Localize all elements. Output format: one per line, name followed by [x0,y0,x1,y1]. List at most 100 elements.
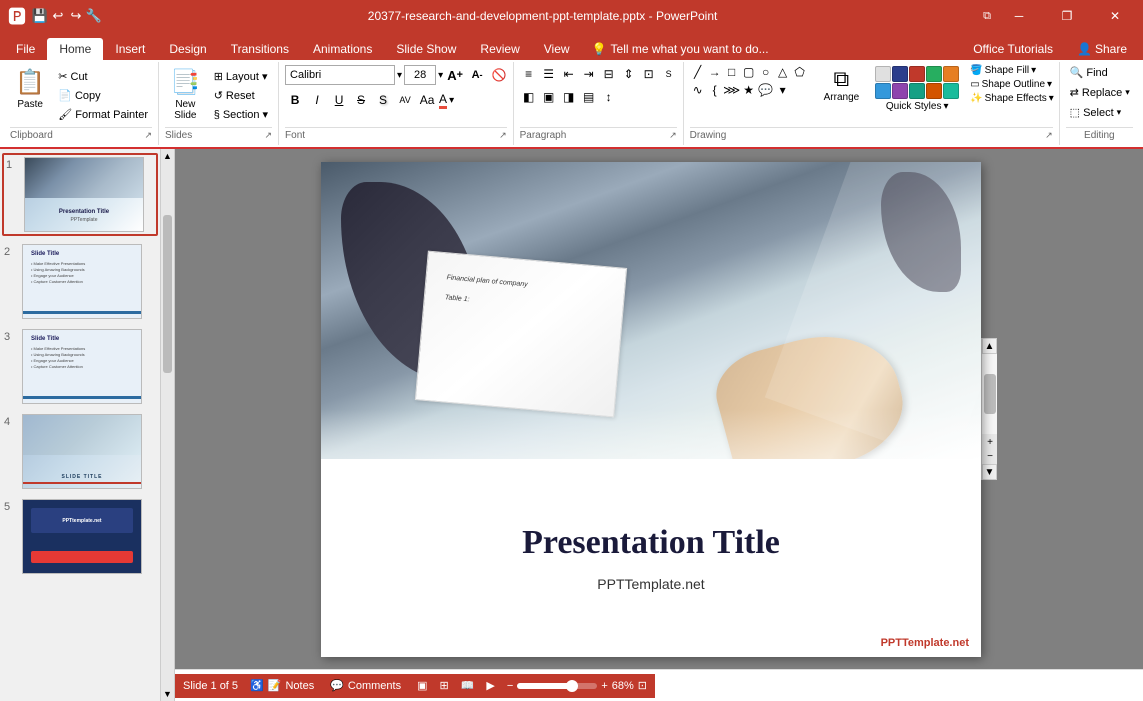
paste-button[interactable]: 📋 Paste [10,64,50,114]
shape-outline-button[interactable]: ▭ Shape Outline ▾ [967,78,1057,91]
shape-chevron-icon[interactable]: ⋙ [724,82,740,98]
notes-button[interactable]: 📝 Notes [264,677,318,694]
fit-window-icon[interactable]: ⊡ [638,679,647,692]
quick-style-4[interactable] [926,66,942,82]
shape-more-icon[interactable]: ▾ [775,82,791,98]
tab-slideshow[interactable]: Slide Show [384,38,468,60]
spacing-button[interactable]: AV [395,90,415,110]
tab-home[interactable]: Home [47,38,103,60]
accessibility-icon[interactable]: ♿ [250,679,264,692]
layout-button[interactable]: ⊞ Layout ▾ [210,68,272,85]
shape-triangle-icon[interactable]: △ [775,64,791,80]
find-button[interactable]: 🔍 Find [1066,64,1112,81]
format-painter-button[interactable]: 🖌 Format Painter [54,106,152,123]
shape-effects-button[interactable]: ✨ Shape Effects ▾ [967,92,1057,105]
shape-pentagon-icon[interactable]: ⬠ [792,64,808,80]
shrink-font-button[interactable]: A- [467,65,487,85]
tab-help[interactable]: 💡 Tell me what you want to do... [582,38,779,60]
shape-arrow-icon[interactable]: → [707,64,723,80]
arrange-button[interactable]: ⧉ Arrange [816,64,868,105]
align-left-button[interactable]: ◧ [520,88,538,106]
quick-style-9[interactable] [926,83,942,99]
font-size-input[interactable] [404,65,436,85]
font-dialog-icon[interactable]: ↗ [499,130,507,141]
undo-button[interactable]: ↩ [50,8,66,24]
scroll-collapse-button[interactable]: − [984,450,996,462]
scroll-down-button[interactable]: ▼ [161,687,174,701]
scroll-expand-button[interactable]: + [984,436,996,448]
shape-star-icon[interactable]: ★ [741,82,757,98]
scroll-thumb[interactable] [163,215,172,372]
change-case-button[interactable]: Aa [417,90,437,110]
tab-view[interactable]: View [532,38,582,60]
bold-button[interactable]: B [285,90,305,110]
scroll-bottom-button[interactable]: ▼ [982,464,997,480]
text-direction-button[interactable]: ⇕ [620,65,638,83]
tab-animations[interactable]: Animations [301,38,384,60]
new-slide-button[interactable]: 📑 New Slide [165,64,206,125]
line-spacing-button[interactable]: ↕ [600,88,618,106]
shape-circle-icon[interactable]: ○ [758,64,774,80]
slide-subtitle[interactable]: PPTTemplate.net [321,576,981,592]
scroll-up-button[interactable]: ▲ [161,149,174,163]
paragraph-dialog-icon[interactable]: ↗ [669,130,677,141]
align-text-button[interactable]: ⊡ [640,65,658,83]
shape-rect-icon[interactable]: □ [724,64,740,80]
quick-style-10[interactable] [943,83,959,99]
tab-review[interactable]: Review [468,38,531,60]
slide-thumb-3[interactable]: 3 Slide Title • Make Effective Presentat… [2,327,158,406]
tab-transitions[interactable]: Transitions [219,38,301,60]
scroll-thumb[interactable] [984,374,996,414]
font-size-arrow-icon[interactable]: ▾ [438,70,443,81]
quick-style-1[interactable] [875,66,891,82]
zoom-thumb[interactable] [566,680,578,692]
align-right-button[interactable]: ◨ [560,88,578,106]
drawing-dialog-icon[interactable]: ↗ [1045,130,1053,141]
shape-callout-icon[interactable]: 💬 [758,82,774,98]
clipboard-dialog-icon[interactable]: ↗ [144,130,152,141]
section-button[interactable]: § Section ▾ [210,106,272,123]
justify-button[interactable]: ▤ [580,88,598,106]
share-button[interactable]: 👤 Share [1065,38,1139,60]
shape-bracket-icon[interactable]: { [707,82,723,98]
zoom-in-icon[interactable]: + [601,680,607,692]
strikethrough-button[interactable]: S [351,90,371,110]
redo-button[interactable]: ↪ [68,8,84,24]
columns-button[interactable]: ⊟ [600,65,618,83]
quick-style-3[interactable] [909,66,925,82]
customize-qat-button[interactable]: 🔧 [86,8,102,24]
slide-canvas[interactable]: Financial plan of companyTable 1: Presen… [321,162,981,657]
cut-button[interactable]: ✂ Cut [54,68,152,85]
zoom-slider[interactable] [517,683,597,689]
font-name-input[interactable] [285,65,395,85]
tab-tutorials[interactable]: Office Tutorials [961,38,1065,60]
quick-style-8[interactable] [909,83,925,99]
grow-font-button[interactable]: A+ [445,65,465,85]
slide-show-button[interactable]: ▶ [482,677,498,694]
minimize-button[interactable]: ─ [999,0,1039,32]
normal-view-button[interactable]: ▣ [413,677,431,694]
scroll-top-button[interactable]: ▲ [982,338,997,354]
copy-button[interactable]: 📄 Copy [54,87,152,104]
select-button[interactable]: ⬚ Select ▾ [1066,104,1126,121]
zoom-level[interactable]: 68% [612,680,634,692]
shape-fill-button[interactable]: 🪣 Shape Fill ▾ [967,64,1057,77]
comments-button[interactable]: 💬 Comments [326,677,405,694]
tab-file[interactable]: File [4,38,47,60]
slide-title[interactable]: Presentation Title [321,524,981,562]
decrease-indent-button[interactable]: ⇤ [560,65,578,83]
tab-insert[interactable]: Insert [103,38,157,60]
slide-thumb-1[interactable]: 1 Presentation Title PPTemplate [2,153,158,236]
quick-styles-button[interactable]: Quick Styles ▾ [886,101,949,112]
slides-dialog-icon[interactable]: ↗ [265,130,273,141]
font-name-arrow-icon[interactable]: ▾ [397,70,402,81]
bullets-button[interactable]: ≡ [520,65,538,83]
restore-window-icon[interactable]: ⧉ [983,10,991,23]
shape-curve-icon[interactable]: ∿ [690,82,706,98]
quick-style-6[interactable] [875,83,891,99]
italic-button[interactable]: I [307,90,327,110]
quick-style-5[interactable] [943,66,959,82]
save-button[interactable]: 💾 [32,8,48,24]
zoom-out-icon[interactable]: − [507,680,513,692]
reading-view-button[interactable]: 📖 [457,677,479,694]
